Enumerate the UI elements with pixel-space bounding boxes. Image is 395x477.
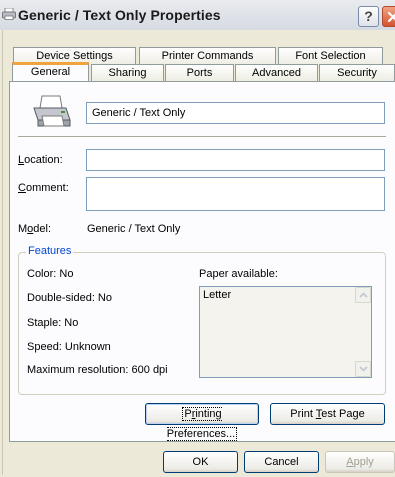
tab-advanced[interactable]: Advanced bbox=[235, 64, 318, 81]
location-input[interactable] bbox=[86, 149, 385, 171]
scroll-up-button[interactable] bbox=[355, 287, 371, 303]
button-label: OK bbox=[192, 456, 209, 468]
feature-color: Color: No bbox=[27, 268, 74, 280]
button-label: Printing Preferences... bbox=[166, 407, 238, 441]
close-button[interactable] bbox=[382, 6, 395, 27]
button-label: Print Test Page bbox=[290, 408, 365, 420]
window-title: Generic / Text Only Properties bbox=[18, 7, 221, 23]
model-value: Generic / Text Only bbox=[87, 223, 181, 235]
tab-font-selection[interactable]: Font Selection bbox=[278, 47, 383, 65]
scroll-down-button[interactable] bbox=[355, 361, 371, 377]
separator bbox=[18, 136, 386, 138]
printer-icon bbox=[33, 95, 71, 127]
tab-label: Ports bbox=[186, 67, 213, 79]
tab-label: Device Settings bbox=[36, 50, 113, 62]
help-icon: ? bbox=[364, 8, 373, 24]
ok-button[interactable]: OK bbox=[163, 451, 238, 473]
printer-name-input[interactable]: Generic / Text Only bbox=[86, 102, 385, 124]
paper-available-label: Paper available: bbox=[199, 268, 278, 280]
features-group-title: Features bbox=[26, 245, 74, 257]
comment-input[interactable] bbox=[86, 177, 385, 211]
button-label: Apply bbox=[346, 456, 374, 468]
button-label: Cancel bbox=[264, 456, 299, 468]
feature-staple: Staple: No bbox=[27, 317, 79, 329]
help-button[interactable]: ? bbox=[358, 6, 379, 27]
model-label: Model: bbox=[18, 223, 52, 235]
apply-button[interactable]: Apply bbox=[325, 451, 395, 473]
paper-available-list[interactable]: Letter bbox=[199, 286, 372, 378]
comment-label: Comment: bbox=[18, 182, 69, 194]
tab-label: Advanced bbox=[252, 67, 301, 79]
scroll-up-arrow-icon bbox=[359, 292, 368, 298]
title-bar[interactable]: Generic / Text Only Properties ? bbox=[0, 0, 395, 30]
general-tab-page: Generic / Text Only Location: Comment: M… bbox=[9, 81, 395, 442]
tab-security[interactable]: Security bbox=[319, 64, 395, 81]
feature-double-sided: Double-sided: No bbox=[27, 292, 112, 304]
close-icon bbox=[387, 11, 395, 23]
tab-sharing[interactable]: Sharing bbox=[91, 64, 164, 81]
cancel-button[interactable]: Cancel bbox=[244, 451, 319, 473]
printer-icon bbox=[2, 8, 16, 20]
printing-preferences-button[interactable]: Printing Preferences... bbox=[145, 403, 259, 441]
scroll-down-arrow-icon bbox=[359, 366, 368, 372]
tab-printer-commands[interactable]: Printer Commands bbox=[139, 47, 276, 65]
feature-max-resolution: Maximum resolution: 600 dpi bbox=[27, 364, 168, 376]
vertical-scrollbar[interactable] bbox=[355, 287, 371, 377]
tab-label: Sharing bbox=[108, 67, 147, 79]
tab-label: Printer Commands bbox=[161, 50, 254, 62]
tab-label: Security bbox=[337, 67, 377, 79]
print-test-page-button[interactable]: Print Test Page bbox=[270, 403, 385, 425]
tab-ports[interactable]: Ports bbox=[165, 64, 234, 81]
feature-speed: Speed: Unknown bbox=[27, 341, 111, 353]
location-label: Location: bbox=[18, 154, 63, 166]
list-item[interactable]: Letter bbox=[203, 289, 231, 301]
tab-general[interactable]: General bbox=[12, 62, 89, 81]
tab-label: Font Selection bbox=[295, 50, 366, 62]
tab-label: General bbox=[30, 66, 71, 78]
